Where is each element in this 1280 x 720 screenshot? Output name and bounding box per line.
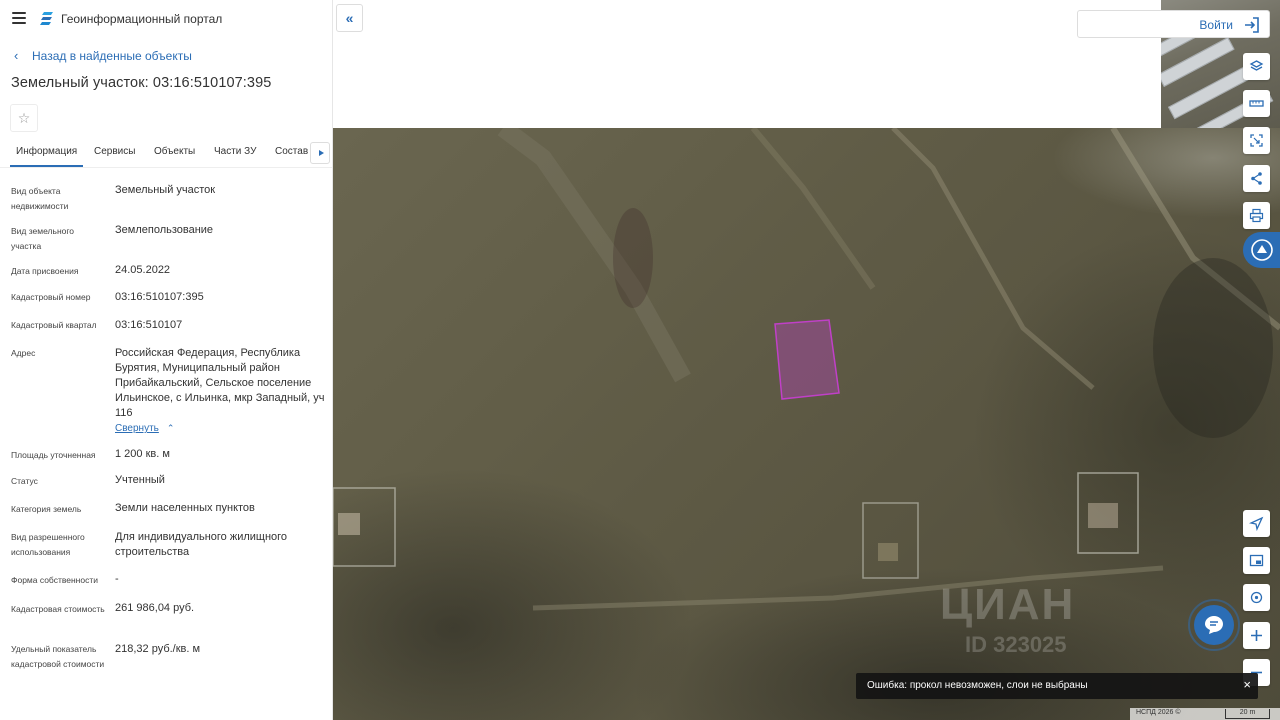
location-search-icon — [1250, 591, 1263, 604]
assistant-button[interactable] — [1243, 232, 1280, 268]
prop-label: Удельный показатель кадастровой стоимост… — [11, 644, 105, 669]
chevron-up-icon: ⌃ — [166, 423, 175, 433]
collapse-panel-button[interactable]: « — [336, 4, 363, 32]
back-link[interactable]: ‹ Назад в найденные объекты — [14, 48, 192, 63]
prop-value: Учтенный — [115, 474, 165, 486]
toast-message: Ошибка: прокол невозможен, слои не выбра… — [867, 680, 1088, 691]
tabs-scroll-right-button[interactable] — [310, 142, 330, 164]
prop-label: Кадастровый квартал — [11, 320, 97, 330]
select-area-button[interactable] — [1243, 127, 1270, 154]
prop-value: 1 200 кв. м — [115, 448, 170, 460]
prop-value: Землепользование — [115, 224, 214, 236]
geolocation-button[interactable] — [1243, 510, 1270, 537]
watermark: ЦИАН — [940, 580, 1076, 629]
prop-label: Площадь уточненная — [11, 450, 96, 460]
tab-composition[interactable]: Состав — [275, 146, 308, 157]
prop-value: 03:16:510107:395 — [115, 291, 204, 303]
tab-objects[interactable]: Объекты — [154, 146, 195, 157]
back-label: Назад в найденные объекты — [32, 49, 192, 63]
prop-label: Вид земельного участка — [11, 226, 75, 251]
printer-icon — [1249, 208, 1264, 223]
tab-parts[interactable]: Части ЗУ — [214, 146, 256, 157]
collapse-address-link[interactable]: Свернуть ⌃ — [115, 423, 174, 434]
prop-label: Статус — [11, 476, 38, 486]
assistant-icon — [1250, 239, 1273, 261]
page-title: Земельный участок: 03:16:510107:395 — [11, 75, 272, 91]
print-button[interactable] — [1243, 202, 1270, 229]
error-toast: Ошибка: прокол невозможен, слои не выбра… — [856, 673, 1258, 699]
login-icon — [1245, 17, 1259, 33]
ruler-icon — [1249, 100, 1264, 107]
tab-bar: Информация Сервисы Объекты Части ЗУ Сост… — [0, 138, 332, 168]
prop-value: Земли населенных пунктов — [115, 502, 255, 514]
parcel-polygon — [774, 319, 840, 400]
zoom-in-button[interactable] — [1243, 622, 1270, 649]
prop-label: Адрес — [11, 348, 36, 358]
login-button[interactable]: Войти — [1077, 10, 1270, 38]
login-label: Войти — [1199, 18, 1233, 32]
prop-label: Кадастровый номер — [11, 292, 91, 302]
portal-logo-icon — [40, 12, 53, 25]
double-chevron-left-icon: « — [345, 10, 354, 26]
watermark-id: ID 323025 — [965, 632, 1067, 657]
measure-button[interactable] — [1243, 90, 1270, 117]
prop-value: Для индивидуального жилищного строительс… — [115, 531, 288, 558]
map-imagery — [333, 128, 1280, 611]
top-bar: Геоинформационный портал — [0, 0, 332, 38]
navigation-arrow-icon — [1249, 516, 1264, 531]
tab-services[interactable]: Сервисы — [94, 146, 135, 157]
plus-icon — [1251, 630, 1262, 641]
map-top-area — [333, 0, 1161, 128]
prop-value: 03:16:510107 — [115, 319, 183, 331]
prop-value: Земельный участок — [115, 184, 216, 196]
info-panel: Геоинформационный портал ‹ Назад в найден… — [0, 0, 333, 720]
tab-information[interactable]: Информация — [9, 146, 84, 167]
share-button[interactable] — [1243, 165, 1270, 192]
prop-value: - — [115, 573, 119, 585]
minimap-button[interactable] — [1243, 547, 1270, 574]
prop-label: Вид объекта недвижимости — [11, 186, 69, 211]
prop-value: 261 986,04 руб. — [115, 602, 195, 614]
prop-value: 218,32 руб./кв. м — [115, 643, 201, 655]
chevron-left-icon: ‹ — [14, 48, 19, 63]
prop-label: Вид разрешенного использования — [11, 532, 85, 557]
prop-label: Кадастровая стоимость — [11, 604, 105, 614]
map-copyright: НСПД 2026 © — [1136, 709, 1181, 716]
prop-label: Форма собственности — [11, 575, 98, 585]
chat-button[interactable] — [1188, 599, 1240, 651]
prop-label: Дата присвоения — [11, 266, 79, 276]
star-icon: ☆ — [17, 109, 31, 126]
layers-button[interactable] — [1243, 53, 1270, 80]
select-area-icon — [1250, 134, 1263, 147]
prop-value: 24.05.2022 — [115, 264, 171, 276]
menu-icon[interactable] — [12, 12, 26, 24]
scale-bar: 20 m — [1225, 709, 1270, 719]
location-search-button[interactable] — [1243, 584, 1270, 611]
prop-value: Российская Федерация, Республика Бурятия… — [115, 347, 325, 419]
share-icon — [1251, 172, 1262, 185]
app-title: Геоинформационный портал — [61, 12, 223, 26]
chat-icon — [1205, 616, 1223, 634]
layers-icon — [1249, 60, 1264, 71]
map-view[interactable] — [333, 128, 1280, 720]
minimap-icon — [1249, 554, 1264, 567]
prop-label: Категория земель — [11, 504, 82, 514]
arrow-right-icon — [318, 150, 324, 156]
collapse-label: Свернуть — [115, 423, 159, 434]
favorite-button[interactable]: ☆ — [10, 104, 38, 132]
close-icon[interactable]: × — [1243, 677, 1251, 692]
